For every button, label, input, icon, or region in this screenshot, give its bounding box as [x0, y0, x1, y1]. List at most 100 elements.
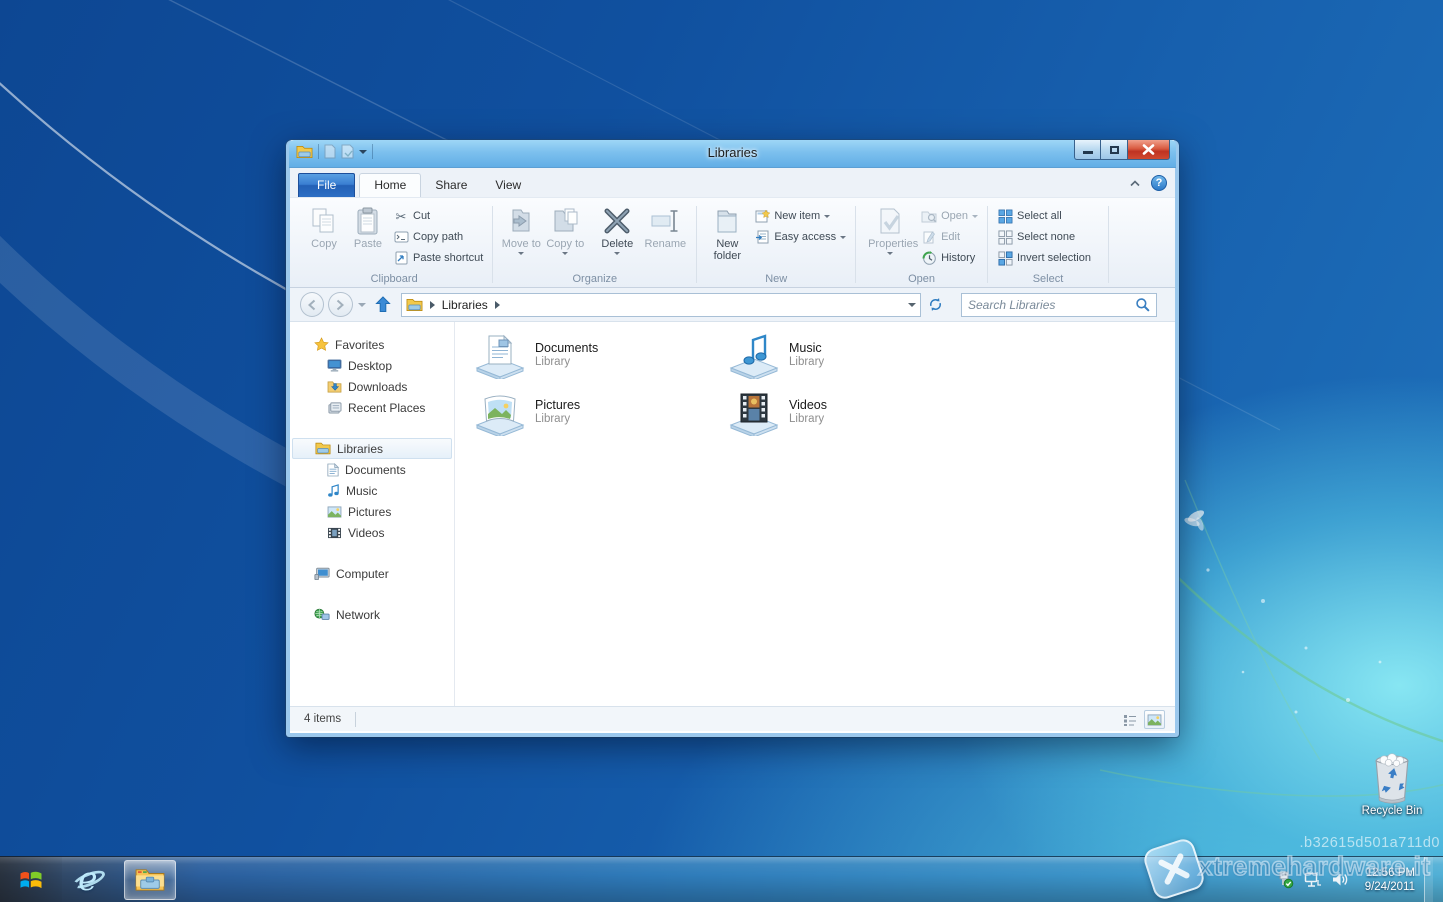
recent-places-icon: [328, 402, 342, 414]
delete-button[interactable]: Delete: [594, 203, 640, 255]
ribbon: Copy Paste ✂ Cut Copy path Paste shortcu…: [290, 197, 1175, 288]
recycle-bin[interactable]: Recycle Bin: [1356, 752, 1428, 817]
item-name: Music: [789, 341, 822, 355]
dropdown-arrow-icon: [614, 252, 621, 255]
title-bar[interactable]: Libraries: [289, 140, 1176, 168]
minimize-ribbon-button[interactable]: [1129, 179, 1141, 187]
edit-button[interactable]: Edit: [918, 228, 981, 246]
history-button[interactable]: History: [918, 249, 981, 267]
usb-device-tray-icon[interactable]: [1275, 870, 1294, 889]
recycle-bin-label: Recycle Bin: [1361, 805, 1423, 817]
sidebar-item-downloads[interactable]: Downloads: [290, 376, 454, 397]
sidebar-item-libraries[interactable]: Libraries: [292, 438, 452, 459]
sidebar-item-computer[interactable]: Computer: [290, 563, 454, 584]
taskbar-clock[interactable]: 12:56 PM 9/24/2011: [1359, 866, 1415, 894]
group-separator: [1107, 206, 1109, 283]
thumbnail-view-button[interactable]: [1144, 710, 1165, 729]
recycle-bin-icon: [1375, 753, 1409, 804]
ribbon-group-open: Properties Open Edit History Open: [856, 200, 987, 287]
minimize-icon: [1082, 151, 1093, 154]
properties-button[interactable]: Properties: [862, 203, 918, 255]
tab-share[interactable]: Share: [421, 174, 481, 197]
sidebar-item-recent-places[interactable]: Recent Places: [290, 397, 454, 418]
back-button[interactable]: [300, 292, 325, 317]
status-separator: [355, 711, 357, 727]
ribbon-tab-row: File Home Share View ?: [290, 168, 1175, 198]
windows-logo-icon: [20, 871, 42, 888]
network-tray-icon[interactable]: [1303, 871, 1322, 888]
select-none-button[interactable]: Select none: [994, 228, 1094, 246]
open-button[interactable]: Open: [918, 207, 981, 225]
copy-button[interactable]: Copy: [302, 203, 346, 250]
caption-buttons: [1074, 140, 1170, 160]
help-button[interactable]: ?: [1151, 175, 1167, 191]
address-dropdown-icon[interactable]: [907, 302, 916, 307]
tab-view[interactable]: View: [481, 174, 535, 197]
paste-button[interactable]: Paste: [346, 203, 390, 250]
dropdown-arrow-icon: [518, 252, 525, 255]
details-view-button[interactable]: [1119, 710, 1140, 729]
search-box[interactable]: [961, 292, 1157, 317]
location-folder-icon: [406, 298, 423, 311]
sidebar-item-pictures[interactable]: Pictures: [290, 501, 454, 522]
sidebar-item-videos[interactable]: Videos: [290, 522, 454, 543]
thumbnail-view-icon: [1147, 713, 1162, 726]
up-button[interactable]: [372, 293, 395, 317]
rename-button[interactable]: Rename: [640, 203, 690, 250]
invert-selection-button[interactable]: Invert selection: [994, 249, 1094, 267]
select-all-button[interactable]: Select all: [994, 207, 1094, 225]
copy-to-button[interactable]: Copy to: [543, 203, 587, 255]
item-name: Pictures: [535, 398, 581, 412]
sidebar-label: Videos: [348, 525, 385, 540]
maximize-button[interactable]: [1101, 140, 1128, 160]
window-body: Favorites Desktop Downloads Recent Place…: [290, 322, 1175, 706]
breadcrumb-arrow-icon[interactable]: [494, 300, 500, 309]
close-button[interactable]: [1128, 140, 1170, 160]
paste-shortcut-button[interactable]: Paste shortcut: [390, 249, 486, 267]
copy-path-button[interactable]: Copy path: [390, 228, 486, 246]
sidebar-label: Documents: [345, 462, 406, 477]
library-tile-music[interactable]: Music Library: [727, 330, 981, 387]
new-item-button[interactable]: New item: [751, 207, 849, 225]
library-tile-videos[interactable]: Videos Library: [727, 387, 981, 444]
ribbon-group-organize: Move to Copy to Delete Rename Organize: [493, 200, 696, 287]
easy-access-button[interactable]: Easy access: [751, 228, 849, 246]
sidebar-item-favorites[interactable]: Favorites: [290, 334, 454, 355]
recent-pages-dropdown-icon[interactable]: [357, 302, 366, 307]
search-input[interactable]: [968, 297, 1135, 312]
forward-arrow-icon: [337, 299, 345, 310]
pictures-icon: [327, 505, 342, 518]
back-arrow-icon: [308, 299, 316, 310]
tab-file[interactable]: File: [298, 173, 356, 197]
flower-sparkle: [1184, 510, 1205, 531]
open-icon: [921, 208, 937, 224]
cut-button[interactable]: ✂ Cut: [390, 207, 486, 225]
forward-button[interactable]: [328, 292, 353, 317]
search-icon[interactable]: [1135, 297, 1150, 312]
videos-icon: [328, 527, 341, 538]
show-desktop-button[interactable]: [1424, 856, 1433, 902]
minimize-button[interactable]: [1074, 140, 1101, 160]
new-folder-button[interactable]: New folder: [703, 203, 751, 262]
sidebar-item-documents[interactable]: Documents: [290, 459, 454, 480]
pictures-library-icon: [475, 395, 525, 436]
library-tile-documents[interactable]: Documents Library: [473, 330, 727, 387]
dropdown-arrow-icon: [824, 215, 831, 218]
breadcrumb-libraries[interactable]: Libraries: [442, 298, 488, 312]
sidebar-item-music[interactable]: Music: [290, 480, 454, 501]
tab-home[interactable]: Home: [359, 173, 422, 198]
library-tile-pictures[interactable]: Pictures Library: [473, 387, 727, 444]
sidebar-label: Libraries: [337, 441, 384, 456]
start-button[interactable]: [0, 856, 62, 902]
refresh-button[interactable]: [924, 293, 947, 317]
breadcrumb-arrow-icon[interactable]: [429, 300, 435, 309]
sidebar-item-network[interactable]: Network: [290, 604, 454, 625]
maximize-icon: [1109, 145, 1119, 154]
sidebar-label: Favorites: [335, 337, 385, 352]
address-bar[interactable]: Libraries: [400, 292, 921, 317]
sidebar-item-desktop[interactable]: Desktop: [290, 355, 454, 376]
volume-tray-icon[interactable]: [1331, 871, 1350, 888]
taskbar-explorer-button[interactable]: [124, 859, 176, 900]
taskbar-internet-explorer-button[interactable]: e: [62, 857, 116, 902]
move-to-button[interactable]: Move to: [499, 203, 543, 255]
